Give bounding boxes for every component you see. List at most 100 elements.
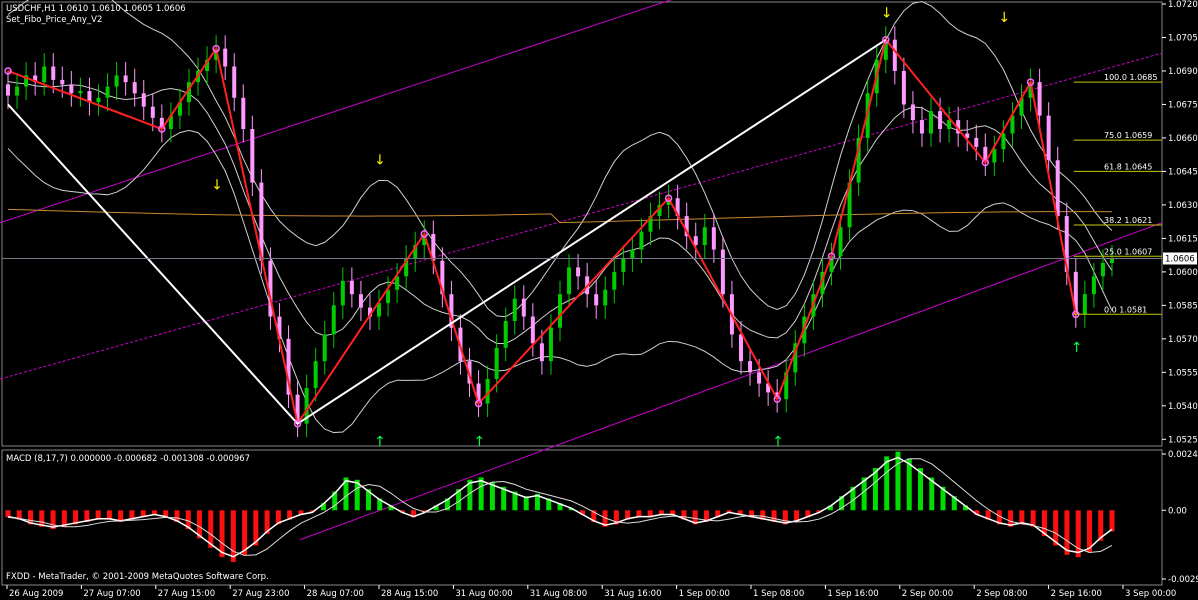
time-axis-label: 27 Aug 15:00 [158,589,215,599]
price-axis-label: 1.0615 [1168,234,1198,244]
price-axis-label: 1.0705 [1168,33,1198,43]
candle-body [6,84,10,96]
candle-body [639,231,644,250]
price-axis-label: 1.0630 [1168,201,1198,211]
candle-body [910,104,915,121]
fibo-level-label: 0.0 1.0581 [1104,305,1147,314]
channel-lower [299,222,1163,541]
candle-body [141,93,146,107]
candle-body [838,227,843,257]
buy-arrow-icon: ↑ [1071,340,1083,356]
candle-body [1100,262,1105,277]
candle-body [901,70,906,105]
macd-bar [1075,510,1081,558]
sell-arrow-icon: ↓ [998,10,1010,26]
candle-body [530,316,535,344]
time-axis-label: 31 Aug 00:00 [455,589,512,599]
candle-body [503,320,508,348]
time-axis-label: 2 Sep 16:00 [1051,589,1102,599]
copyright-label: FXDD - MetaTrader, © 2001-2009 MetaQuote… [6,572,269,582]
candle-body [938,111,943,130]
candle-body [1037,82,1042,116]
candle-body [250,129,255,183]
candle-body [974,137,979,147]
fibo-level-label: 38.2 1.0621 [1104,216,1152,225]
price-axis-label: 1.0720 [1168,0,1198,10]
sell-arrow-icon: ↓ [881,5,893,21]
candle-body [512,298,517,321]
macd-bar [219,510,225,558]
candle-body [51,66,56,80]
candle-body [892,39,897,71]
candle-body [738,334,743,362]
candle-body [358,294,363,308]
candle-body [322,334,327,362]
macd-bar [895,451,901,511]
candle-body [1082,294,1087,315]
buy-arrow-icon: ↑ [474,434,486,450]
time-axis-label: 28 Aug 07:00 [307,589,364,599]
time-axis-label: 2 Sep 08:00 [976,589,1027,599]
price-axis-label: 1.0660 [1168,134,1198,144]
candle-body [539,343,544,362]
time-axis-label: 26 Aug 2009 [9,589,63,599]
price-chart[interactable]: 1.0720 1.0705 1.0690 1.0675 1.0660 1.0645 1.06… [0,0,1198,600]
macd-axis-label: 0.00240 [1168,450,1198,460]
candle-body [1055,160,1060,217]
chart-window[interactable]: 1.0720 1.0705 1.0690 1.0675 1.0660 1.0645 1.06… [0,0,1198,600]
candle-body [494,347,499,380]
channel-middle [0,52,1163,380]
candle-body [576,267,581,277]
buy-arrow-icon: ↑ [772,434,784,450]
macd-bar [884,456,890,511]
macd-bar [906,458,912,511]
symbol-title: USDCHF,H1 1.0610 1.0610 1.0605 1.0606 [6,4,186,14]
candle-body [349,280,354,295]
candle-body [992,149,997,163]
time-axis-label: 1 Sep 16:00 [827,589,878,599]
candle-body [96,97,101,103]
price-axis-label: 1.0555 [1168,368,1198,378]
candle-body [331,305,336,335]
candle-body [78,91,83,94]
time-axis-label: 2 Sep 00:00 [902,589,953,599]
price-axis-label: 1.0600 [1168,268,1198,278]
candle-body [612,271,617,290]
sell-arrow-icon: ↓ [211,177,223,193]
candle-body [114,75,119,87]
fibo-level-label: 61.8 1.0645 [1104,162,1152,171]
candle-body [567,267,572,295]
price-axis-label: 1.0540 [1168,402,1198,412]
fibo-level-label: 100.0 1.0685 [1104,73,1157,82]
candle-body [720,249,725,295]
candle-body [340,280,345,306]
time-axis-label: 27 Aug 23:00 [232,589,289,599]
price-axis-label: 1.0675 [1168,100,1198,110]
price-axis-label: 1.0645 [1168,167,1198,177]
candle-body [1046,115,1051,161]
candle-body [521,298,526,317]
candle-body [69,84,74,94]
price-pane-frame [1,1,1163,447]
candle-body [594,294,599,306]
candle-body [105,86,110,98]
price-axis-label: 1.0585 [1168,301,1198,311]
candle-body [313,361,318,388]
candle-body [1091,276,1096,295]
candle-body [42,66,47,83]
current-price-label: 1.0606 [1165,254,1195,264]
candle-body [223,48,228,67]
price-axis-label: 1.0525 [1168,435,1198,445]
fibo-level-label: 75.0 1.0659 [1104,131,1152,140]
price-axis-label: 1.0690 [1168,67,1198,77]
time-axis-label: 28 Aug 15:00 [381,589,438,599]
candle-body [748,361,753,373]
time-axis-label: 1 Sep 08:00 [753,589,804,599]
candle-body [123,75,128,83]
macd-bar [478,477,484,511]
candle-body [919,120,924,134]
price-axis-label: 1.0570 [1168,335,1198,345]
macd-label: MACD (8,17,7) 0.000000 -0.000682 -0.0013… [6,454,251,464]
macd-bar [1109,510,1115,532]
time-axis-label: 3 Sep 00:00 [1125,589,1176,599]
